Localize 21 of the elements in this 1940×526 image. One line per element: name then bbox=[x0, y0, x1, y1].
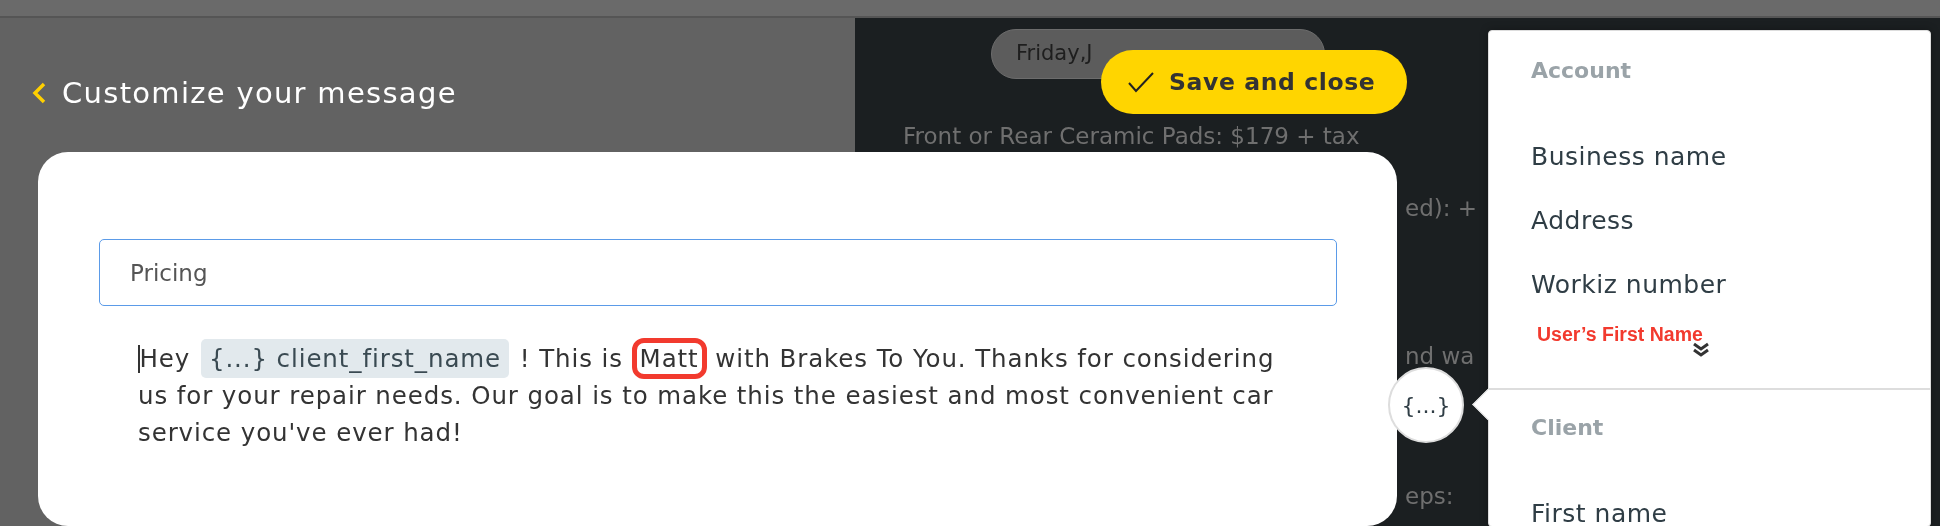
circled-name: Matt bbox=[631, 338, 707, 379]
text-cursor bbox=[138, 345, 140, 373]
background-message-text: nd wa bbox=[1405, 343, 1475, 369]
variable-option[interactable]: Business name bbox=[1531, 137, 1727, 189]
double-chevron-icon[interactable] bbox=[1692, 342, 1710, 358]
back-icon[interactable] bbox=[32, 82, 46, 104]
annotation-label: User’s First Name bbox=[1537, 323, 1703, 346]
variable-chip[interactable]: {...} client_first_name bbox=[200, 339, 510, 378]
check-icon bbox=[1127, 71, 1155, 93]
background-message-text: eps: bbox=[1405, 483, 1454, 509]
save-and-close-button[interactable]: Save and close bbox=[1101, 50, 1408, 114]
message-text[interactable]: Hey {...} client_first_name ! This is Matt with Brakes To You. Thanks for considering us for your repair needs. Our goal is to make this the easiest and most convenient car service you've ever had! bbox=[138, 340, 1298, 451]
section-heading: Client bbox=[1531, 414, 1604, 442]
section-heading: Account bbox=[1531, 57, 1632, 85]
title-field[interactable]: Pricing bbox=[99, 239, 1337, 306]
variable-option[interactable]: Address bbox=[1531, 201, 1635, 253]
background-message-text: Front or Rear Ceramic Pads: $179 + tax bbox=[903, 123, 1360, 149]
variable-option[interactable]: Workiz number bbox=[1531, 265, 1727, 317]
background-message-text: ed): + bbox=[1405, 195, 1478, 221]
page-title: Customize your message bbox=[62, 76, 457, 110]
variable-option[interactable]: First name bbox=[1531, 494, 1668, 526]
